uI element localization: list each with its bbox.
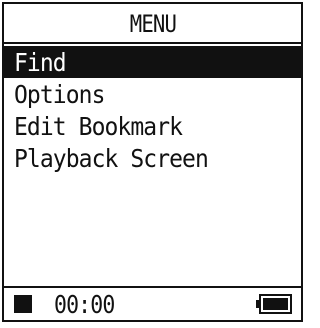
stop-icon [14, 295, 32, 313]
battery-icon [255, 293, 293, 315]
menu-item-playback-screen[interactable]: Playback Screen [4, 142, 301, 174]
device-screen: MENU Find Options Edit Bookmark Playback… [2, 2, 303, 322]
menu-item-edit-bookmark[interactable]: Edit Bookmark [4, 110, 301, 142]
menu-item-label: Edit Bookmark [14, 111, 183, 141]
menu-title: MENU [129, 10, 176, 38]
menu-list: Find Options Edit Bookmark Playback Scre… [4, 46, 301, 174]
menu-item-options[interactable]: Options [4, 78, 301, 110]
menu-item-label: Find [14, 47, 67, 77]
menu-item-label: Playback Screen [14, 143, 209, 173]
elapsed-time: 00:00 [54, 289, 115, 319]
menu-item-label: Options [14, 79, 105, 109]
menu-item-find[interactable]: Find [4, 46, 301, 78]
status-bar: 00:00 [4, 286, 301, 320]
menu-header: MENU [4, 4, 301, 44]
